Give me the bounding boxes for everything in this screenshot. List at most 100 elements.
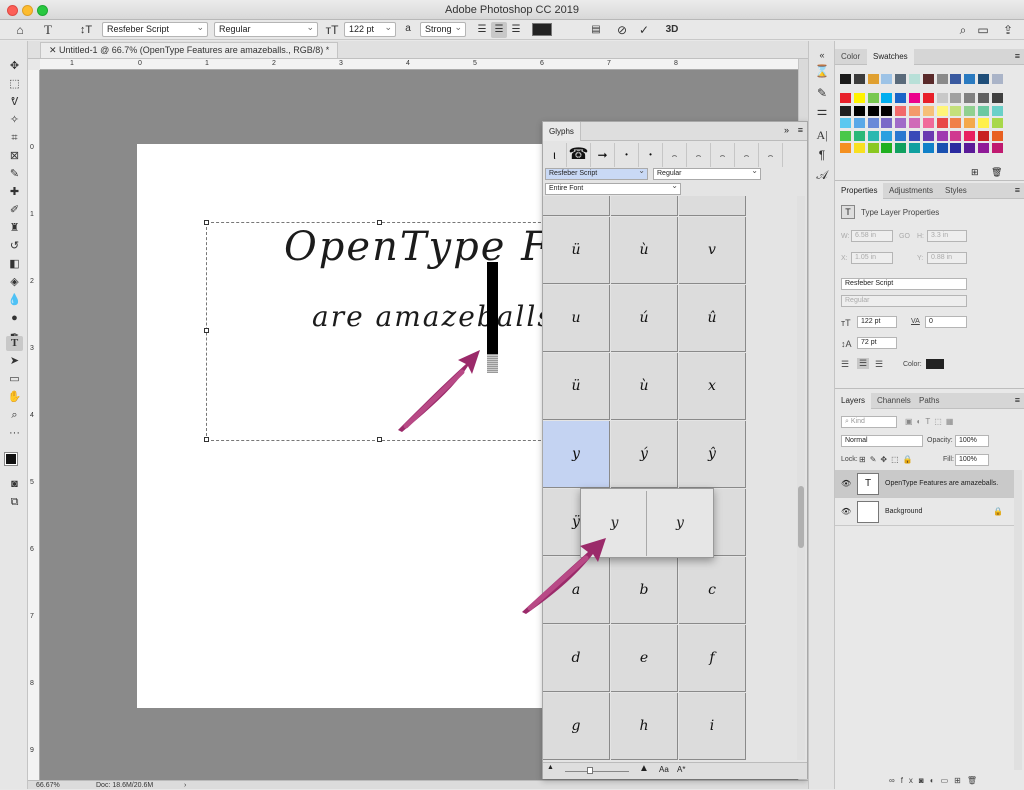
glyph-cell[interactable]: u xyxy=(543,285,610,352)
screen-mode-icon[interactable]: ⧉ xyxy=(6,495,23,510)
history-brush-icon[interactable]: ↺ xyxy=(6,239,23,254)
color-swatch[interactable] xyxy=(978,118,989,128)
align-left-icon[interactable]: ☰ xyxy=(841,359,849,370)
paragraph-icon[interactable]: ¶ xyxy=(813,147,831,163)
commit-icon[interactable]: ✓ xyxy=(636,22,652,38)
glyph-size-slider-thumb[interactable] xyxy=(587,767,593,774)
color-swatch[interactable] xyxy=(895,74,907,84)
dodge-tool-icon[interactable]: ● xyxy=(6,311,23,326)
lasso-tool-icon[interactable]: ᕓ xyxy=(6,95,23,110)
panel-menu-icon[interactable]: ≡ xyxy=(1015,51,1020,61)
color-swatch[interactable] xyxy=(840,93,851,103)
glyph-cell[interactable] xyxy=(611,196,678,216)
glyph-show-select[interactable]: Entire Font xyxy=(545,181,681,195)
color-swatch[interactable] xyxy=(881,105,893,116)
glyph-cell[interactable]: h xyxy=(611,693,678,760)
blend-mode-select[interactable]: Normal xyxy=(841,435,923,447)
recent-glyph[interactable]: ⌢ xyxy=(663,143,687,167)
panel-menu-icon[interactable]: ≡ xyxy=(1015,395,1020,405)
color-swatch[interactable] xyxy=(922,93,934,103)
color-swatch[interactable] xyxy=(936,130,948,141)
tab-styles[interactable]: Styles xyxy=(939,183,973,199)
color-swatch[interactable] xyxy=(991,105,1003,116)
zoom-in-icon[interactable]: ▲ xyxy=(639,763,649,774)
color-swatch[interactable] xyxy=(853,93,865,103)
color-swatch[interactable] xyxy=(936,93,948,103)
paint-bucket-icon[interactable]: ◈ xyxy=(6,275,23,290)
font-family-field[interactable]: Resfeber Script xyxy=(841,278,967,290)
foreground-color[interactable] xyxy=(4,452,18,466)
layer-name[interactable]: OpenType Features are amazeballs. xyxy=(885,480,998,487)
font-family-select[interactable]: Resfeber Script xyxy=(102,21,208,37)
glyph-cell[interactable]: v xyxy=(679,217,746,284)
glyph-cell[interactable]: i xyxy=(679,693,746,760)
glyphs-panel-icon[interactable]: 𝒜 xyxy=(813,167,831,183)
layer-row[interactable]: 👁 T OpenType Features are amazeballs. xyxy=(835,470,1014,498)
glyph-cell-selected[interactable]: y xyxy=(543,421,610,488)
tracking-field[interactable]: 0 xyxy=(925,316,967,328)
glyph-cell[interactable]: ù xyxy=(611,217,678,284)
link-icon[interactable]: GO xyxy=(899,233,910,240)
color-swatch[interactable] xyxy=(909,93,920,103)
glyph-scrollbar[interactable] xyxy=(797,196,805,760)
glyphs-tab[interactable]: Glyphs xyxy=(543,122,581,141)
warp-text-icon[interactable]: ▤ xyxy=(588,22,604,38)
healing-brush-icon[interactable]: ✚ xyxy=(6,185,23,200)
glyph-size-slider[interactable] xyxy=(565,771,629,772)
color-swatch[interactable] xyxy=(991,93,1003,103)
font-size-select[interactable]: 122 pt xyxy=(344,21,396,37)
glyph-cell[interactable] xyxy=(543,196,610,216)
recent-glyph[interactable]: ⌢ xyxy=(711,143,735,167)
color-swatch[interactable] xyxy=(867,118,879,128)
leading-field[interactable]: 72 pt xyxy=(857,337,897,349)
color-swatch[interactable] xyxy=(936,143,948,153)
color-swatch[interactable] xyxy=(909,118,920,128)
history-icon[interactable]: ⌛ xyxy=(813,63,831,79)
color-swatch[interactable] xyxy=(881,130,893,141)
color-swatch[interactable] xyxy=(867,105,879,116)
color-swatch[interactable] xyxy=(964,74,976,84)
color-swatch[interactable] xyxy=(978,143,989,153)
recent-glyph[interactable]: ☎ xyxy=(567,143,591,167)
color-swatch[interactable] xyxy=(867,93,879,103)
color-swatch[interactable] xyxy=(964,93,976,103)
align-center-icon[interactable]: ☰ xyxy=(857,358,870,369)
visibility-eye-icon[interactable]: 👁 xyxy=(841,507,851,516)
color-swatch[interactable] xyxy=(950,74,962,84)
width-field[interactable]: 6.58 in xyxy=(851,230,893,242)
color-swatch[interactable] xyxy=(936,74,948,84)
color-swatch[interactable] xyxy=(978,74,989,84)
color-swatch[interactable] xyxy=(840,130,851,141)
anti-alias-select[interactable]: Strong xyxy=(420,21,466,37)
glyph-cell[interactable]: b xyxy=(611,557,678,624)
color-swatch[interactable] xyxy=(991,74,1003,84)
cancel-icon[interactable]: ⊘ xyxy=(614,22,630,38)
transform-handle[interactable] xyxy=(204,328,209,333)
color-swatch[interactable] xyxy=(964,105,976,116)
color-swatch[interactable] xyxy=(909,143,920,153)
font-style-select[interactable]: Regular xyxy=(214,21,318,37)
color-swatch[interactable] xyxy=(881,143,893,153)
trash-icon[interactable]: 🗑 xyxy=(991,167,1002,178)
color-swatch[interactable] xyxy=(978,93,989,103)
color-swatch[interactable] xyxy=(950,93,962,103)
color-swatch[interactable] xyxy=(922,130,934,141)
tab-swatches[interactable]: Swatches xyxy=(867,49,914,65)
search-icon[interactable]: ⌕ xyxy=(955,22,971,38)
move-tool-icon[interactable]: ✥ xyxy=(6,59,23,74)
adjust-icon[interactable]: ⚌ xyxy=(813,103,831,119)
collapse-icon[interactable]: » xyxy=(784,125,789,135)
color-swatch[interactable] xyxy=(853,105,865,116)
color-swatch[interactable] xyxy=(895,130,907,141)
x-field[interactable]: 1.05 in xyxy=(851,252,893,264)
collapse-icon[interactable]: « xyxy=(813,47,831,63)
recent-glyph[interactable]: • xyxy=(615,143,639,167)
layer-filter-select[interactable]: ⌕ Kind xyxy=(841,416,897,428)
font-style-field[interactable]: Regular xyxy=(841,295,967,307)
color-swatch[interactable] xyxy=(853,143,865,153)
workspace-icon[interactable]: ▭ xyxy=(975,22,991,38)
zoom-tool-icon[interactable]: ⌕ xyxy=(6,408,23,423)
color-swatch[interactable] xyxy=(867,130,879,141)
glyph-style-select[interactable]: Regular xyxy=(653,166,761,180)
color-swatch[interactable] xyxy=(964,118,976,128)
